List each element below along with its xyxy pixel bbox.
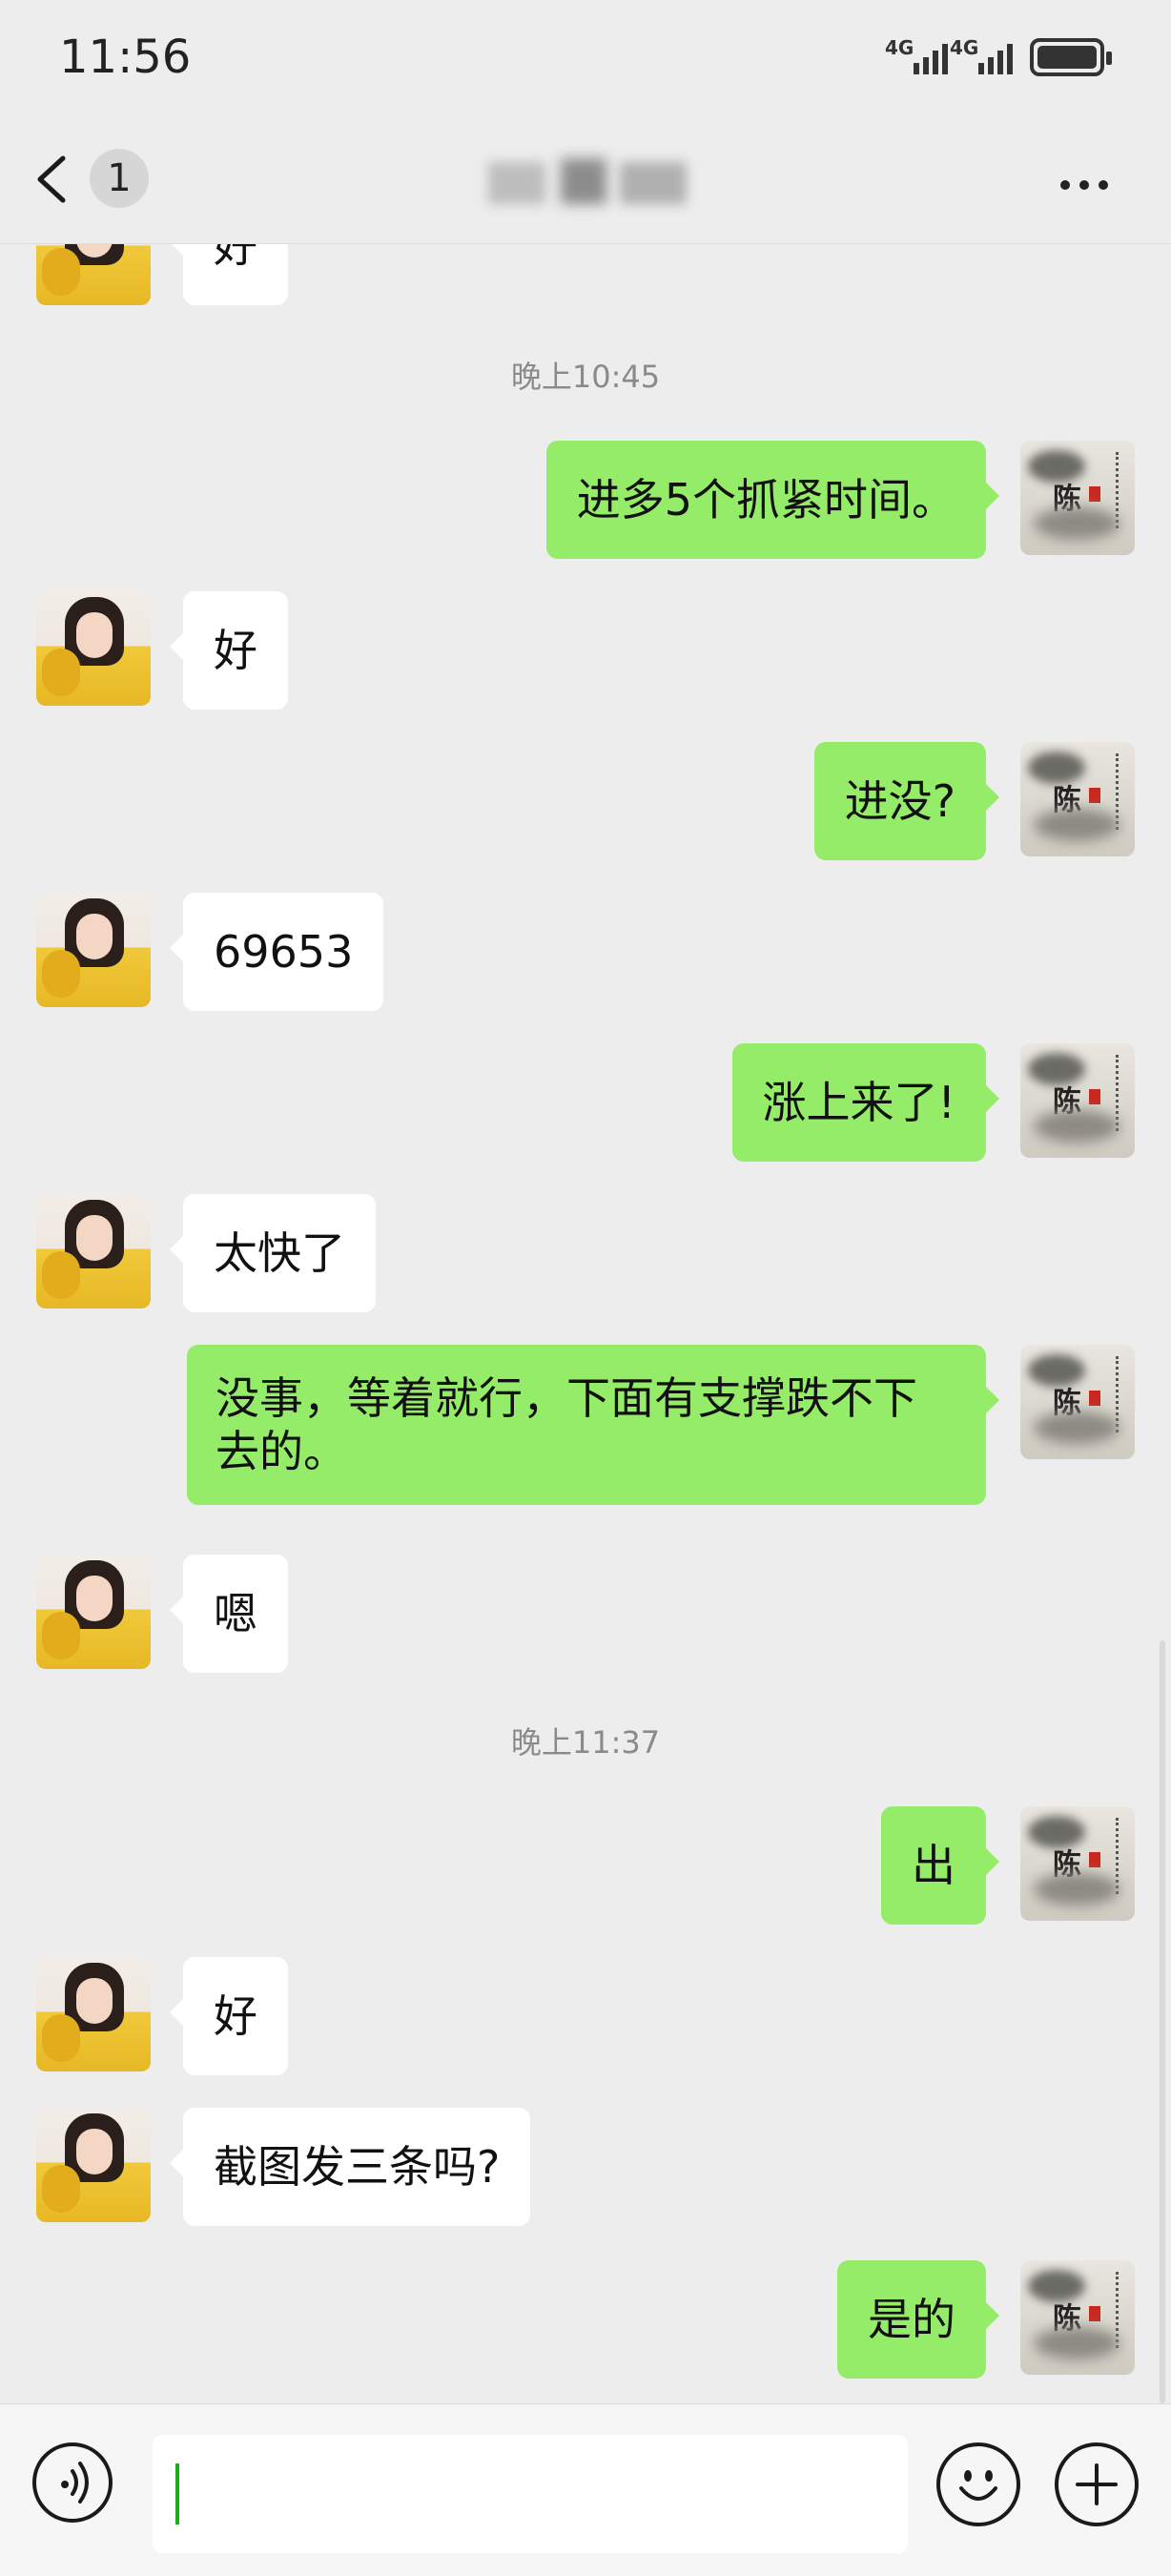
plus-icon[interactable] bbox=[1055, 2442, 1139, 2526]
message-bubble-in[interactable]: 好 bbox=[170, 1957, 288, 2075]
message-bubble-out[interactable]: 是的 bbox=[837, 2260, 999, 2379]
my-avatar[interactable]: 陈 bbox=[1020, 1806, 1135, 1921]
text-caret bbox=[175, 2463, 179, 2524]
message-bubble-in[interactable]: 好 bbox=[170, 591, 288, 710]
message-bubble-out[interactable]: 进多5个抓紧时间。 bbox=[545, 441, 1000, 559]
message-bubble-in[interactable]: 截图发三条吗? bbox=[169, 2108, 531, 2226]
network-label-1: 4G bbox=[885, 36, 914, 59]
contact-avatar[interactable] bbox=[36, 893, 151, 1007]
message-bubble-out[interactable]: 涨上来了! bbox=[731, 1043, 1000, 1162]
message-bubble-out[interactable]: 进没? bbox=[813, 742, 1000, 860]
chevron-left-icon[interactable] bbox=[29, 153, 76, 206]
message-list[interactable]: 好 晚上10:45 进多5个抓紧时间。 陈 好 进没? 陈 69653 涨上来了… bbox=[0, 244, 1171, 2403]
message-bubble-out[interactable]: 出 bbox=[881, 1806, 999, 1925]
contact-avatar[interactable] bbox=[36, 591, 151, 706]
message-bubble-out[interactable]: 没事，等着就行，下面有支撑跌不下去的。 bbox=[187, 1345, 999, 1505]
scrollbar[interactable] bbox=[1160, 1640, 1165, 2403]
my-avatar[interactable]: 陈 bbox=[1020, 742, 1135, 856]
status-bar: 11:56 4G 4G bbox=[0, 0, 1171, 114]
timestamp: 晚上10:45 bbox=[510, 359, 661, 395]
message-bubble-in[interactable]: 好 bbox=[170, 244, 288, 305]
unread-count-badge[interactable]: 1 bbox=[90, 149, 149, 208]
message-bubble-in[interactable]: 太快了 bbox=[170, 1194, 376, 1312]
message-input[interactable] bbox=[153, 2435, 908, 2553]
input-bar bbox=[0, 2403, 1171, 2576]
message-bubble-in[interactable]: 嗯 bbox=[170, 1555, 288, 1673]
voice-icon[interactable] bbox=[32, 2442, 113, 2523]
more-dots-icon[interactable] bbox=[1060, 175, 1118, 194]
my-avatar[interactable]: 陈 bbox=[1020, 1043, 1135, 1158]
emoji-icon[interactable] bbox=[936, 2442, 1020, 2526]
contact-avatar[interactable] bbox=[36, 2108, 151, 2222]
status-time: 11:56 bbox=[59, 31, 192, 84]
signal-bars-icon bbox=[978, 44, 1013, 74]
timestamp: 晚上11:37 bbox=[510, 1724, 661, 1761]
chat-title-redacted bbox=[477, 153, 696, 210]
battery-icon bbox=[1030, 38, 1112, 76]
contact-avatar[interactable] bbox=[36, 1194, 151, 1309]
network-label-2: 4G bbox=[950, 36, 979, 59]
contact-avatar[interactable] bbox=[36, 1555, 151, 1669]
my-avatar[interactable]: 陈 bbox=[1020, 441, 1135, 555]
signal-bars-icon bbox=[914, 44, 948, 74]
contact-avatar[interactable] bbox=[36, 244, 151, 305]
my-avatar[interactable]: 陈 bbox=[1020, 1345, 1135, 1459]
message-bubble-in[interactable]: 69653 bbox=[169, 893, 384, 1011]
contact-avatar[interactable] bbox=[36, 1957, 151, 2071]
my-avatar[interactable]: 陈 bbox=[1020, 2260, 1135, 2375]
